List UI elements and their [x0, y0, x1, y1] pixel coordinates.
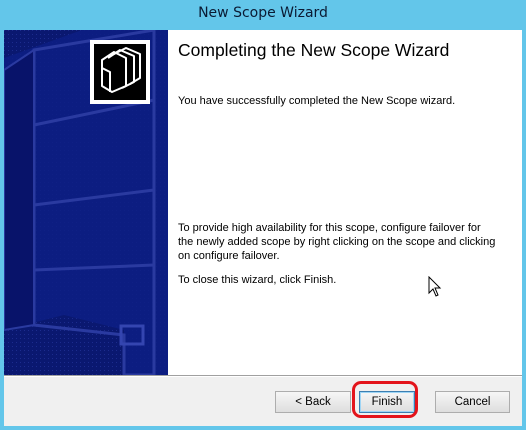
finish-highlight-annotation: [352, 381, 418, 418]
close-message: To close this wizard, click Finish.: [178, 274, 337, 286]
failover-message: To provide high availability for this sc…: [178, 222, 496, 262]
folders-icon: [90, 40, 150, 104]
cancel-button[interactable]: Cancel: [435, 391, 510, 413]
mouse-pointer-icon: [428, 276, 442, 297]
page-title: Completing the New Scope Wizard: [178, 40, 450, 60]
side-banner-graphic: [4, 30, 168, 375]
wizard-side-banner: [4, 30, 168, 375]
button-area-separator: [4, 375, 522, 377]
back-button[interactable]: < Back: [275, 391, 351, 413]
wizard-client-area: Completing the New Scope Wizard You have…: [4, 30, 522, 426]
wizard-window: New Scope Wizard Completing the New Scop…: [0, 0, 526, 430]
window-title: New Scope Wizard: [198, 5, 328, 21]
success-message: You have successfully completed the New …: [178, 95, 456, 107]
wizard-content-panel: Completing the New Scope Wizard You have…: [168, 30, 522, 375]
title-bar[interactable]: New Scope Wizard: [0, 0, 526, 30]
